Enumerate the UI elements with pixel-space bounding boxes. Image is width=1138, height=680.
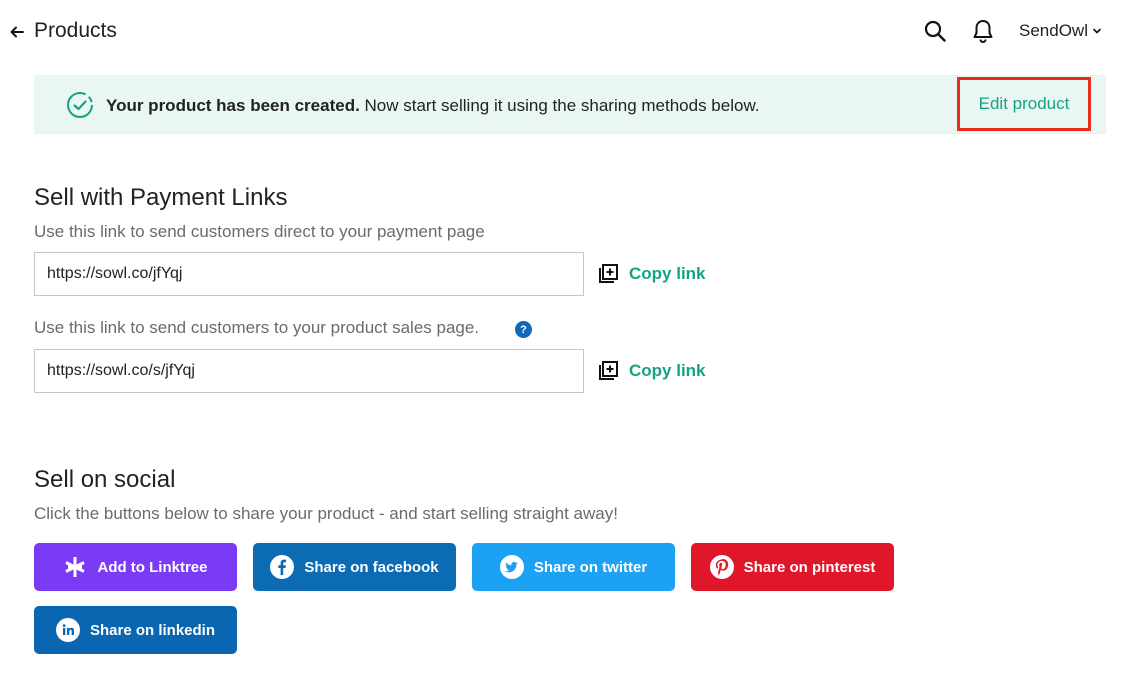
- help-icon[interactable]: ?: [515, 321, 532, 338]
- share-pinterest-button[interactable]: Share on pinterest: [691, 543, 894, 591]
- payment-links-heading: Sell with Payment Links: [34, 184, 288, 211]
- social-heading: Sell on social: [34, 466, 176, 493]
- sales-link-description: Use this link to send customers to your …: [34, 318, 480, 337]
- edit-product-link[interactable]: Edit product: [979, 94, 1070, 114]
- success-message: Your product has been created. Now start…: [106, 96, 760, 116]
- success-banner: Your product has been created. Now start…: [34, 75, 1106, 134]
- add-to-linktree-label: Add to Linktree: [97, 558, 208, 576]
- account-name: SendOwl: [1019, 21, 1088, 40]
- linktree-icon: [65, 557, 86, 577]
- sales-link-input[interactable]: [34, 349, 584, 393]
- edit-product-highlight: Edit product: [957, 77, 1091, 131]
- bell-icon[interactable]: [971, 18, 995, 44]
- share-pinterest-label: Share on pinterest: [743, 558, 876, 576]
- direct-link-description: Use this link to send customers direct t…: [34, 222, 485, 241]
- success-message-bold: Your product has been created.: [106, 96, 360, 115]
- twitter-icon: [499, 555, 524, 579]
- copy-sales-link-label: Copy link: [629, 360, 706, 380]
- social-description: Click the buttons below to share your pr…: [34, 504, 618, 523]
- copy-direct-link-label: Copy link: [629, 263, 706, 283]
- top-bar: Products SendOwl: [0, 0, 1138, 62]
- add-to-linktree-button[interactable]: Add to Linktree: [34, 543, 237, 591]
- pinterest-icon: [709, 555, 734, 579]
- share-twitter-label: Share on twitter: [533, 558, 648, 576]
- share-twitter-button[interactable]: Share on twitter: [472, 543, 675, 591]
- page-title: Products: [34, 19, 117, 42]
- account-menu[interactable]: SendOwl: [1019, 21, 1101, 41]
- success-message-text: Now start selling it using the sharing m…: [359, 96, 760, 115]
- share-facebook-button[interactable]: Share on facebook: [253, 543, 456, 591]
- copy-sales-link-button[interactable]: Copy link: [598, 360, 706, 381]
- search-icon[interactable]: [923, 19, 947, 43]
- copy-icon: [599, 264, 618, 283]
- share-linkedin-button[interactable]: Share on linkedin: [34, 606, 237, 654]
- copy-icon: [599, 361, 618, 380]
- direct-link-input[interactable]: [34, 252, 584, 296]
- linkedin-icon: [55, 618, 80, 642]
- facebook-icon: [270, 555, 295, 579]
- share-linkedin-label: Share on linkedin: [89, 621, 216, 639]
- back-arrow-icon[interactable]: [9, 24, 25, 40]
- check-circle-icon: [67, 92, 93, 118]
- share-facebook-label: Share on facebook: [304, 558, 439, 576]
- copy-direct-link-button[interactable]: Copy link: [598, 263, 706, 284]
- chevron-down-icon: [1093, 28, 1101, 34]
